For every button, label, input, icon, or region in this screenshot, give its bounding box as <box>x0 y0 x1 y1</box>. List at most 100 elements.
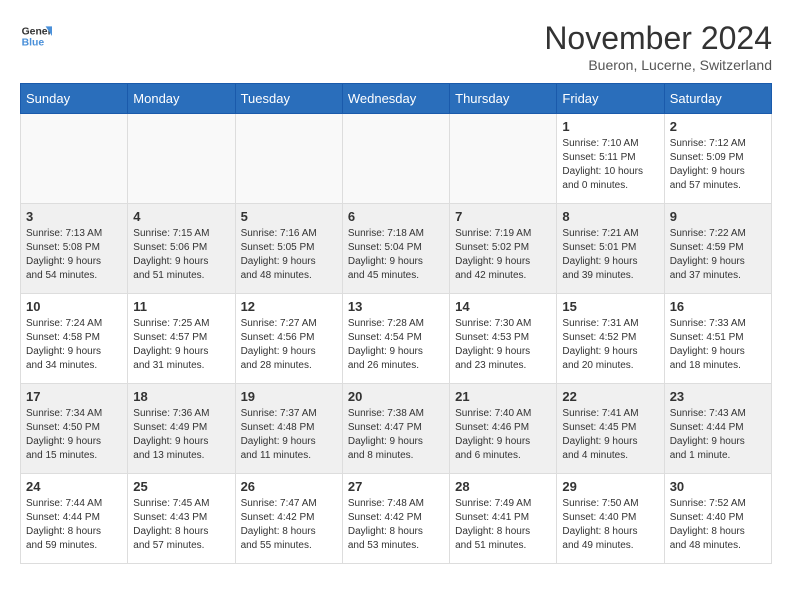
day-info: Sunrise: 7:48 AMSunset: 4:42 PMDaylight:… <box>348 497 444 553</box>
day-info: Sunrise: 7:19 AMSunset: 5:02 PMDaylight:… <box>455 227 551 283</box>
day-info: Sunrise: 7:37 AMSunset: 4:48 PMDaylight:… <box>241 407 337 463</box>
day-info: Sunrise: 7:41 AMSunset: 4:45 PMDaylight:… <box>562 407 658 463</box>
day-info: Sunrise: 7:30 AMSunset: 4:53 PMDaylight:… <box>455 317 551 373</box>
day-number: 1 <box>562 119 658 134</box>
day-header-sunday: Sunday <box>21 84 128 114</box>
calendar-cell <box>128 114 235 204</box>
logo-icon: General Blue <box>20 20 52 52</box>
day-number: 4 <box>133 209 229 224</box>
week-row-5: 24 Sunrise: 7:44 AMSunset: 4:44 PMDayligh… <box>21 474 772 564</box>
calendar-cell: 20 Sunrise: 7:38 AMSunset: 4:47 PMDayligh… <box>342 384 449 474</box>
calendar-cell: 7Sunrise: 7:19 AMSunset: 5:02 PMDaylight… <box>450 204 557 294</box>
day-number: 17 <box>26 389 122 404</box>
calendar-cell <box>21 114 128 204</box>
day-number: 3 <box>26 209 122 224</box>
calendar-cell: 10 Sunrise: 7:24 AMSunset: 4:58 PMDayligh… <box>21 294 128 384</box>
day-number: 6 <box>348 209 444 224</box>
calendar-cell: 30 Sunrise: 7:52 AMSunset: 4:40 PMDayligh… <box>664 474 771 564</box>
calendar-cell: 9 Sunrise: 7:22 AMSunset: 4:59 PMDaylight… <box>664 204 771 294</box>
day-info: Sunrise: 7:44 AMSunset: 4:44 PMDaylight:… <box>26 497 122 553</box>
calendar-cell: 29 Sunrise: 7:50 AMSunset: 4:40 PMDayligh… <box>557 474 664 564</box>
day-number: 26 <box>241 479 337 494</box>
day-info: Sunrise: 7:10 AMSunset: 5:11 PMDaylight:… <box>562 137 658 193</box>
day-number: 2 <box>670 119 766 134</box>
day-info: Sunrise: 7:16 AMSunset: 5:05 PMDaylight:… <box>241 227 337 283</box>
calendar-table: SundayMondayTuesdayWednesdayThursdayFrid… <box>20 83 772 564</box>
day-number: 9 <box>670 209 766 224</box>
day-number: 15 <box>562 299 658 314</box>
calendar-cell <box>342 114 449 204</box>
day-header-tuesday: Tuesday <box>235 84 342 114</box>
calendar-cell: 22 Sunrise: 7:41 AMSunset: 4:45 PMDayligh… <box>557 384 664 474</box>
day-info: Sunrise: 7:24 AMSunset: 4:58 PMDaylight:… <box>26 317 122 373</box>
day-info: Sunrise: 7:31 AMSunset: 4:52 PMDaylight:… <box>562 317 658 373</box>
calendar-cell: 1 Sunrise: 7:10 AMSunset: 5:11 PMDaylight… <box>557 114 664 204</box>
calendar-cell <box>450 114 557 204</box>
calendar-cell: 12 Sunrise: 7:27 AMSunset: 4:56 PMDayligh… <box>235 294 342 384</box>
week-row-1: 1 Sunrise: 7:10 AMSunset: 5:11 PMDaylight… <box>21 114 772 204</box>
calendar-cell: 2 Sunrise: 7:12 AMSunset: 5:09 PMDaylight… <box>664 114 771 204</box>
day-info: Sunrise: 7:12 AMSunset: 5:09 PMDaylight:… <box>670 137 766 193</box>
day-number: 12 <box>241 299 337 314</box>
day-header-thursday: Thursday <box>450 84 557 114</box>
day-info: Sunrise: 7:36 AMSunset: 4:49 PMDaylight:… <box>133 407 229 463</box>
calendar-cell: 17 Sunrise: 7:34 AMSunset: 4:50 PMDayligh… <box>21 384 128 474</box>
day-info: Sunrise: 7:22 AMSunset: 4:59 PMDaylight:… <box>670 227 766 283</box>
day-number: 24 <box>26 479 122 494</box>
day-number: 18 <box>133 389 229 404</box>
day-info: Sunrise: 7:34 AMSunset: 4:50 PMDaylight:… <box>26 407 122 463</box>
day-number: 20 <box>348 389 444 404</box>
day-number: 25 <box>133 479 229 494</box>
calendar-cell: 28 Sunrise: 7:49 AMSunset: 4:41 PMDayligh… <box>450 474 557 564</box>
day-number: 29 <box>562 479 658 494</box>
calendar-cell: 26 Sunrise: 7:47 AMSunset: 4:42 PMDayligh… <box>235 474 342 564</box>
day-number: 8 <box>562 209 658 224</box>
calendar-cell <box>235 114 342 204</box>
svg-text:Blue: Blue <box>22 38 45 49</box>
day-info: Sunrise: 7:28 AMSunset: 4:54 PMDaylight:… <box>348 317 444 373</box>
day-info: Sunrise: 7:15 AMSunset: 5:06 PMDaylight:… <box>133 227 229 283</box>
day-number: 10 <box>26 299 122 314</box>
day-number: 28 <box>455 479 551 494</box>
day-number: 19 <box>241 389 337 404</box>
day-header-saturday: Saturday <box>664 84 771 114</box>
day-info: Sunrise: 7:27 AMSunset: 4:56 PMDaylight:… <box>241 317 337 373</box>
day-header-monday: Monday <box>128 84 235 114</box>
calendar-cell: 23 Sunrise: 7:43 AMSunset: 4:44 PMDayligh… <box>664 384 771 474</box>
day-info: Sunrise: 7:49 AMSunset: 4:41 PMDaylight:… <box>455 497 551 553</box>
day-info: Sunrise: 7:47 AMSunset: 4:42 PMDaylight:… <box>241 497 337 553</box>
day-info: Sunrise: 7:43 AMSunset: 4:44 PMDaylight:… <box>670 407 766 463</box>
day-number: 27 <box>348 479 444 494</box>
day-info: Sunrise: 7:38 AMSunset: 4:47 PMDaylight:… <box>348 407 444 463</box>
calendar-cell: 25Sunrise: 7:45 AMSunset: 4:43 PMDayligh… <box>128 474 235 564</box>
day-number: 23 <box>670 389 766 404</box>
day-info: Sunrise: 7:25 AMSunset: 4:57 PMDaylight:… <box>133 317 229 373</box>
day-number: 16 <box>670 299 766 314</box>
week-row-2: 3 Sunrise: 7:13 AMSunset: 5:08 PMDaylight… <box>21 204 772 294</box>
calendar-cell: 24 Sunrise: 7:44 AMSunset: 4:44 PMDayligh… <box>21 474 128 564</box>
day-number: 21 <box>455 389 551 404</box>
calendar-cell: 8 Sunrise: 7:21 AMSunset: 5:01 PMDaylight… <box>557 204 664 294</box>
calendar-cell: 16 Sunrise: 7:33 AMSunset: 4:51 PMDayligh… <box>664 294 771 384</box>
day-info: Sunrise: 7:52 AMSunset: 4:40 PMDaylight:… <box>670 497 766 553</box>
calendar-cell: 4 Sunrise: 7:15 AMSunset: 5:06 PMDaylight… <box>128 204 235 294</box>
day-info: Sunrise: 7:18 AMSunset: 5:04 PMDaylight:… <box>348 227 444 283</box>
calendar-cell: 18 Sunrise: 7:36 AMSunset: 4:49 PMDayligh… <box>128 384 235 474</box>
calendar-cell: 27 Sunrise: 7:48 AMSunset: 4:42 PMDayligh… <box>342 474 449 564</box>
week-row-3: 10 Sunrise: 7:24 AMSunset: 4:58 PMDayligh… <box>21 294 772 384</box>
day-number: 14 <box>455 299 551 314</box>
title-area: November 2024 Bueron, Lucerne, Switzerla… <box>544 20 772 73</box>
day-number: 13 <box>348 299 444 314</box>
calendar-cell: 3 Sunrise: 7:13 AMSunset: 5:08 PMDaylight… <box>21 204 128 294</box>
day-header-friday: Friday <box>557 84 664 114</box>
subtitle: Bueron, Lucerne, Switzerland <box>544 57 772 73</box>
day-info: Sunrise: 7:21 AMSunset: 5:01 PMDaylight:… <box>562 227 658 283</box>
day-number: 22 <box>562 389 658 404</box>
day-info: Sunrise: 7:50 AMSunset: 4:40 PMDaylight:… <box>562 497 658 553</box>
day-number: 11 <box>133 299 229 314</box>
day-info: Sunrise: 7:40 AMSunset: 4:46 PMDaylight:… <box>455 407 551 463</box>
day-info: Sunrise: 7:33 AMSunset: 4:51 PMDaylight:… <box>670 317 766 373</box>
day-number: 30 <box>670 479 766 494</box>
day-info: Sunrise: 7:13 AMSunset: 5:08 PMDaylight:… <box>26 227 122 283</box>
main-title: November 2024 <box>544 20 772 57</box>
